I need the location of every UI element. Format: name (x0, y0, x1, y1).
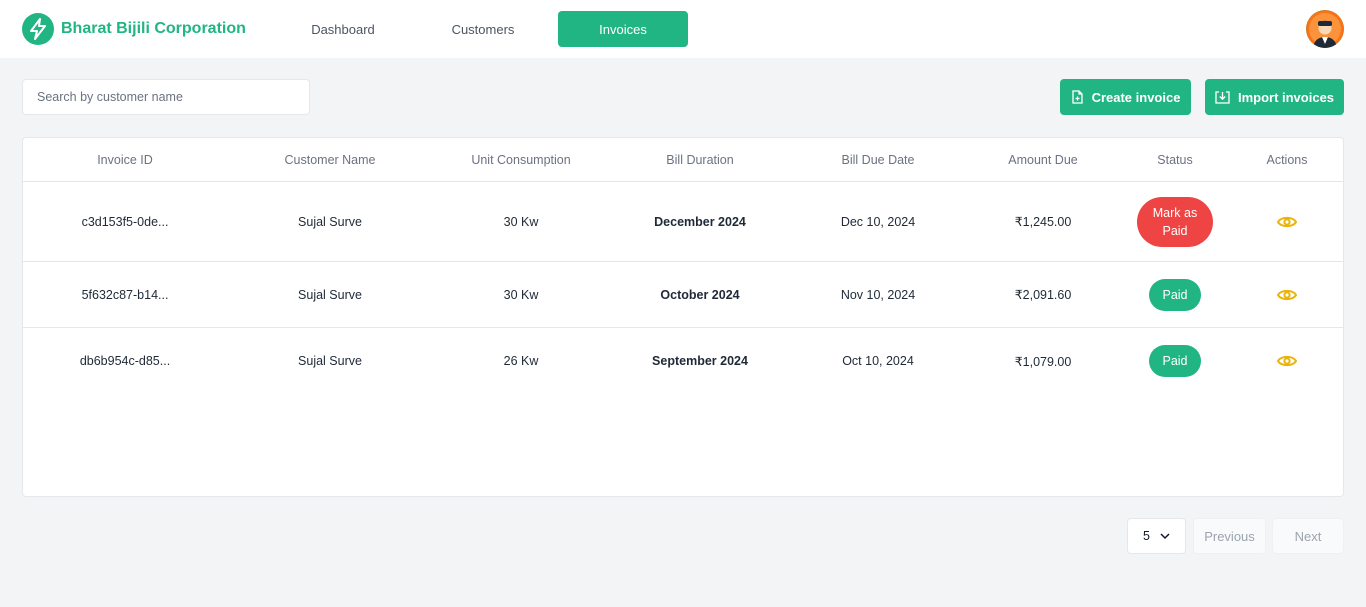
previous-button[interactable]: Previous (1193, 518, 1266, 554)
table-row: db6b954c-d85... Sujal Surve 26 Kw Septem… (23, 328, 1343, 394)
column-header-bill-duration: Bill Duration (666, 152, 734, 167)
bill-due-date-cell: Oct 10, 2024 (842, 354, 914, 368)
invoice-id-cell: 5f632c87-b14... (81, 287, 169, 302)
brand-name: Bharat Bijili Corporation (61, 20, 246, 37)
invoice-id-cell: c3d153f5-0de... (81, 214, 169, 229)
column-header-customer-name: Customer Name (284, 152, 376, 167)
column-header-actions: Actions (1266, 152, 1308, 167)
unit-consumption-cell: 30 Kw (503, 214, 539, 229)
status-badge: Paid (1149, 278, 1201, 311)
column-header-amount-due: Amount Due (1008, 152, 1078, 167)
amount-due-cell: ₹2,091.60 (1014, 288, 1072, 302)
import-icon (1215, 90, 1230, 104)
tab-invoices[interactable]: Invoices (558, 11, 688, 47)
unit-consumption-cell: 26 Kw (503, 354, 539, 368)
customer-name-cell: Sujal Surve (298, 214, 362, 229)
bill-duration-cell: September 2024 (652, 354, 748, 368)
brand[interactable]: Bharat Bijili Corporation (22, 13, 246, 45)
tab-customers[interactable]: Customers (418, 11, 548, 47)
invoices-table: Invoice ID Customer Name Unit Consumptio… (22, 137, 1344, 497)
customer-name-cell: Sujal Surve (298, 287, 362, 302)
invoice-id-cell: db6b954c-d85... (79, 354, 171, 368)
previous-label: Previous (1204, 528, 1255, 544)
user-avatar-icon[interactable] (1306, 10, 1344, 48)
eye-icon[interactable] (1276, 214, 1298, 230)
next-label: Next (1294, 528, 1322, 544)
chevron-down-icon (1160, 532, 1170, 539)
status-badge: Paid (1149, 345, 1201, 377)
next-button[interactable]: Next (1272, 518, 1344, 554)
top-navbar: Bharat Bijili Corporation Dashboard Cust… (0, 0, 1366, 58)
import-invoices-button[interactable]: Import invoices (1205, 79, 1344, 115)
amount-due-cell: ₹1,245.00 (1014, 215, 1072, 229)
table-row: 5f632c87-b14... Sujal Surve 30 Kw Octobe… (23, 262, 1343, 328)
tab-customers-label: Customers (451, 21, 515, 37)
file-plus-icon (1071, 90, 1083, 104)
amount-due-cell: ₹1,079.00 (1014, 354, 1072, 369)
lightning-bolt-icon (22, 13, 54, 45)
column-header-unit-consumption: Unit Consumption (471, 152, 571, 167)
bill-due-date-cell: Dec 10, 2024 (840, 214, 916, 229)
bill-duration-cell: December 2024 (654, 214, 746, 229)
column-header-bill-due-date: Bill Due Date (841, 152, 915, 167)
tab-invoices-label: Invoices (599, 21, 647, 37)
eye-icon[interactable] (1276, 287, 1298, 303)
bill-duration-cell: October 2024 (660, 287, 740, 302)
import-invoices-label: Import invoices (1237, 89, 1335, 105)
tab-dashboard-label: Dashboard (311, 21, 375, 37)
table-header: Invoice ID Customer Name Unit Consumptio… (23, 138, 1343, 182)
customer-name-cell: Sujal Surve (298, 354, 362, 368)
unit-consumption-cell: 30 Kw (503, 287, 539, 302)
page-size-value: 5 (1143, 529, 1150, 543)
page-size-select[interactable]: 5 (1127, 518, 1186, 554)
bill-due-date-cell: Nov 10, 2024 (840, 287, 916, 302)
table-row: c3d153f5-0de... Sujal Surve 30 Kw Decemb… (23, 182, 1343, 262)
search-input[interactable] (22, 79, 310, 115)
tab-dashboard[interactable]: Dashboard (278, 11, 408, 47)
create-invoice-button[interactable]: Create invoice (1060, 79, 1191, 115)
column-header-status: Status (1157, 152, 1193, 167)
mark-as-paid-button[interactable]: Mark as Paid (1137, 196, 1213, 247)
create-invoice-label: Create invoice (1091, 89, 1181, 105)
column-header-invoice-id: Invoice ID (97, 152, 153, 167)
eye-icon[interactable] (1276, 353, 1298, 369)
